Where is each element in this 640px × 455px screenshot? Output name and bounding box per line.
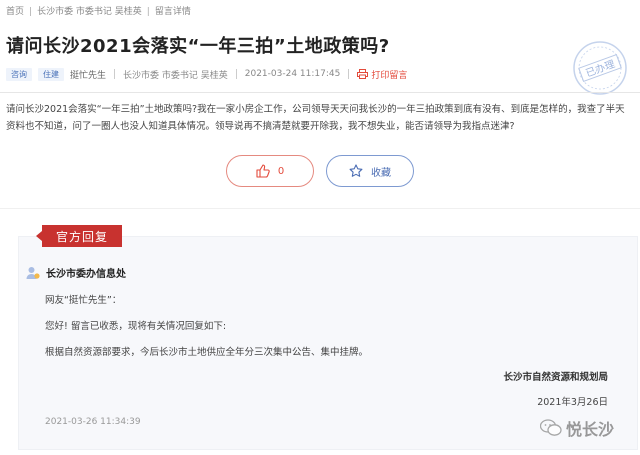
favorite-button[interactable]: 收藏 [326, 155, 414, 187]
message-time: 2021-03-24 11:17:45 [244, 69, 341, 79]
section-divider [0, 208, 640, 209]
thumbs-up-icon [256, 164, 270, 178]
print-button[interactable]: 打印留言 [357, 68, 407, 81]
print-label: 打印留言 [371, 70, 408, 81]
tag-housing[interactable]: 住建 [38, 67, 64, 81]
message-target: 长沙市委 市委书记 吴桂英 [123, 70, 228, 81]
reply-line-2: 根据自然资源部要求，今后长沙市土地供应全年分三次集中公告、集中挂牌。 [45, 347, 369, 358]
department-user-icon [26, 266, 40, 279]
reply-signature: 长沙市自然资源和规划局 [503, 372, 608, 383]
printer-icon [357, 69, 369, 79]
page-title: 请问长沙2021会落实“一年三拍”土地政策吗? [6, 36, 390, 57]
like-count: 0 [277, 165, 285, 177]
breadcrumb-current: 留言详情 [154, 7, 191, 17]
reply-greeting: 网友“挺忙先生”： [45, 295, 122, 306]
breadcrumb-department[interactable]: 长沙市委 市委书记 吴桂英 [37, 7, 142, 17]
department-name: 长沙市委办信息处 [46, 269, 126, 280]
official-reply-tab: 官方回复 [36, 225, 122, 247]
star-icon [349, 164, 363, 177]
wechat-logo-icon [540, 419, 562, 436]
reply-department: 长沙市委办信息处 [26, 265, 126, 280]
author-name: 挺忙先生 [70, 70, 107, 81]
breadcrumb-separator: | [146, 7, 150, 17]
reply-date: 2021年3月26日 [537, 397, 608, 408]
reply-time: 2021-03-26 11:34:39 [45, 417, 141, 427]
meta-divider [348, 69, 350, 79]
breadcrumb-separator: | [29, 7, 33, 17]
tag-consult[interactable]: 咨询 [6, 67, 32, 81]
message-content: 请问长沙2021会落实“一年三拍”土地政策吗?我在一家小房企工作，公司领导天天问… [6, 104, 625, 132]
header-divider [0, 92, 640, 93]
watermark-text: 悦长沙 [566, 420, 615, 439]
breadcrumb-home[interactable]: 首页 [6, 7, 24, 17]
favorite-label: 收藏 [371, 167, 391, 179]
watermark: 悦长沙 [540, 416, 614, 440]
breadcrumb: 首页 | 长沙市委 市委书记 吴桂英 | 留言详情 [6, 4, 191, 17]
meta-divider [235, 69, 237, 79]
processed-stamp-icon: 已办理 [573, 41, 627, 95]
reply-line-1: 您好! 留言已收悉，现将有关情况回复如下: [45, 321, 227, 332]
like-button[interactable]: 0 [226, 155, 314, 187]
meta-divider [114, 69, 116, 79]
message-meta: 咨询 住建 挺忙先生 长沙市委 市委书记 吴桂英 2021-03-24 11:1… [6, 66, 407, 82]
